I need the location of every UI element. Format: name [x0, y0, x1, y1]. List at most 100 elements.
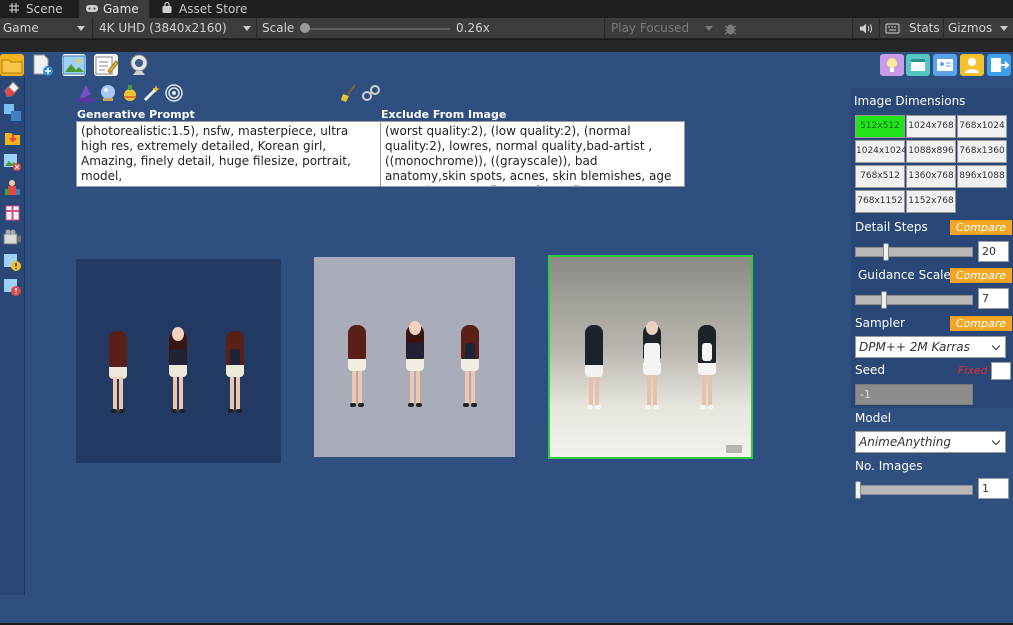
- spiral-icon[interactable]: [164, 83, 184, 103]
- toolbar-divider: [604, 18, 605, 39]
- generative-prompt-field[interactable]: (photorealistic:1.5), nsfw, masterpiece,…: [76, 121, 381, 187]
- wizard-hat-icon[interactable]: [76, 83, 96, 103]
- num-images-slider-thumb[interactable]: [855, 481, 861, 499]
- delete-image-icon[interactable]: [3, 153, 22, 172]
- swap-icon[interactable]: [3, 103, 22, 122]
- chevron-down-icon: [705, 26, 713, 31]
- dimension-button-512x512[interactable]: 512x512: [855, 115, 905, 138]
- scale-slider-thumb[interactable]: [300, 23, 310, 33]
- tab-scene-label: Scene: [26, 2, 63, 16]
- dimension-button-896x1088[interactable]: 896x1088: [957, 165, 1007, 188]
- dimension-button-768x1024[interactable]: 768x1024: [957, 115, 1007, 138]
- model-select[interactable]: AnimeAnything: [855, 431, 1006, 453]
- grid-icon: [8, 1, 22, 13]
- num-images-slider[interactable]: [855, 485, 973, 495]
- guidance-compare-button[interactable]: Compare: [950, 268, 1012, 283]
- display-dropdown[interactable]: Game: [3, 18, 88, 39]
- tab-asset-store[interactable]: Asset Store: [155, 0, 250, 18]
- dimension-button-1152x768[interactable]: 1152x768: [906, 190, 956, 213]
- id-card-icon[interactable]: [933, 54, 957, 76]
- toolbar-divider: [852, 18, 853, 39]
- toolbar-divider: [879, 18, 880, 39]
- sampler-compare-button[interactable]: Compare: [950, 316, 1012, 331]
- window-icon[interactable]: [906, 54, 930, 76]
- generated-image[interactable]: [548, 255, 753, 459]
- exclude-prompt-field[interactable]: (worst quality:2), (low quality:2), (nor…: [380, 121, 685, 187]
- display-dropdown-label: Game: [3, 21, 39, 35]
- scale-value: 0.26x: [456, 21, 490, 35]
- dimension-button-768x512[interactable]: 768x512: [855, 165, 905, 188]
- webcam-icon[interactable]: [127, 54, 151, 76]
- image-dimensions-label: Image Dimensions: [854, 94, 966, 108]
- folder-icon[interactable]: [0, 54, 24, 76]
- detail-steps-label: Detail Steps: [855, 220, 928, 234]
- reference-image-1[interactable]: [76, 259, 281, 463]
- seed-input[interactable]: -1: [855, 384, 973, 405]
- chevron-down-icon: [1000, 26, 1008, 31]
- detail-steps-compare-button[interactable]: Compare: [950, 220, 1012, 235]
- dimension-button-768x1152[interactable]: 768x1152: [855, 190, 905, 213]
- chevron-down-icon: [243, 26, 251, 31]
- tab-game-label: Game: [103, 2, 139, 16]
- play-mode-dropdown[interactable]: Play Focused: [611, 18, 716, 39]
- sampler-select-value: DPM++ 2M Karras: [859, 340, 970, 354]
- game-view-toolbar: Game 4K UHD (3840x2160) Scale 0.26x Play…: [0, 18, 1013, 39]
- error-icon[interactable]: [3, 278, 22, 297]
- detail-steps-input[interactable]: 20: [978, 241, 1009, 262]
- camera-icon[interactable]: [3, 228, 22, 247]
- dimension-button-1024x1024[interactable]: 1024x1024: [855, 140, 907, 163]
- eraser-icon[interactable]: [3, 78, 22, 97]
- resolution-dropdown[interactable]: 4K UHD (3840x2160): [99, 18, 254, 39]
- tab-scene[interactable]: Scene: [2, 0, 68, 18]
- guidance-scale-input[interactable]: 7: [978, 288, 1009, 309]
- speaker-icon[interactable]: [859, 22, 873, 35]
- sampler-label: Sampler: [855, 316, 905, 330]
- toolbar-divider: [943, 18, 944, 39]
- keyboard-icon[interactable]: [885, 22, 900, 35]
- tab-game[interactable]: Game: [79, 0, 149, 18]
- dimension-button-1024x768[interactable]: 1024x768: [906, 115, 956, 138]
- bug-icon[interactable]: [723, 21, 738, 36]
- new-file-icon[interactable]: [31, 54, 55, 76]
- seed-fixed-checkbox[interactable]: [991, 362, 1011, 380]
- gizmos-dropdown[interactable]: Gizmos: [948, 18, 1010, 39]
- detail-steps-slider[interactable]: [855, 247, 973, 257]
- gift-icon[interactable]: [3, 203, 22, 222]
- left-toolbar: [0, 77, 25, 595]
- chevron-down-icon: [991, 436, 1001, 446]
- num-images-input[interactable]: 1: [978, 478, 1009, 499]
- crystal-ball-icon[interactable]: [98, 83, 118, 103]
- dimension-button-1360x768[interactable]: 1360x768: [906, 165, 956, 188]
- user-icon[interactable]: [960, 54, 984, 76]
- guidance-scale-slider-thumb[interactable]: [881, 291, 887, 309]
- stats-button[interactable]: Stats: [909, 18, 940, 39]
- toolbar-divider: [92, 18, 93, 39]
- download-icon[interactable]: [3, 128, 22, 147]
- sampler-select[interactable]: DPM++ 2M Karras: [855, 336, 1006, 358]
- tab-asset-store-label: Asset Store: [179, 2, 248, 16]
- watermark-mark: [726, 445, 742, 453]
- reference-image-2[interactable]: [314, 257, 515, 457]
- potion-icon[interactable]: [120, 83, 140, 103]
- warning-icon[interactable]: [3, 253, 22, 272]
- resolution-dropdown-label: 4K UHD (3840x2160): [99, 21, 227, 35]
- editor-tab-bar: Scene Game Asset Store: [0, 0, 1013, 18]
- magic-wand-icon[interactable]: [142, 83, 162, 103]
- image-icon[interactable]: [62, 54, 86, 76]
- exit-icon[interactable]: [987, 54, 1011, 76]
- dimension-button-768x1360[interactable]: 768x1360: [957, 140, 1007, 163]
- handcuffs-icon[interactable]: [361, 83, 381, 103]
- character-icon[interactable]: [3, 178, 22, 197]
- gizmos-label: Gizmos: [948, 21, 993, 35]
- dimension-button-1088x896[interactable]: 1088x896: [906, 140, 956, 163]
- guidance-scale-slider[interactable]: [855, 295, 973, 305]
- seed-label: Seed: [855, 363, 885, 377]
- scale-slider-track[interactable]: [302, 28, 450, 30]
- lightbulb-icon[interactable]: [880, 54, 904, 76]
- detail-steps-slider-thumb[interactable]: [883, 243, 889, 261]
- generative-prompt-label: Generative Prompt: [77, 108, 195, 121]
- broom-icon[interactable]: [339, 83, 359, 103]
- bag-icon: [161, 1, 175, 13]
- edit-icon[interactable]: [94, 54, 119, 76]
- gamepad-icon: [85, 1, 99, 13]
